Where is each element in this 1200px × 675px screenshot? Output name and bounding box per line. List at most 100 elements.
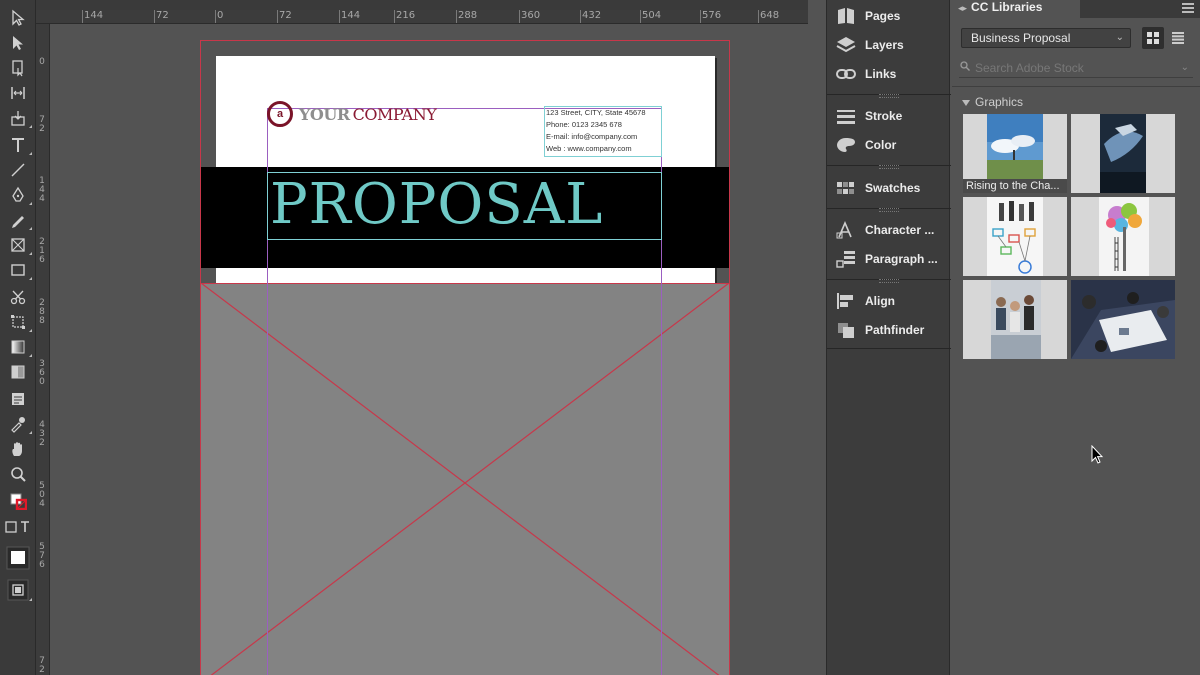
grid-view-icon (1147, 32, 1159, 44)
grid-view-button[interactable] (1142, 27, 1164, 49)
library-item-tree-ladder[interactable] (1071, 197, 1175, 276)
pathfinder-icon (835, 321, 857, 339)
ruler-tick: 144 (84, 10, 104, 21)
character-icon (835, 221, 857, 239)
ruler-tick: 0 (217, 10, 224, 21)
indesign-window: 144 72 0 72 144 216 288 360 432 504 576 … (0, 0, 1200, 675)
ruler-tick: 2 1 6 (39, 237, 45, 265)
fill-stroke-swatch-icon[interactable] (4, 490, 32, 512)
ruler-tick: 5 7 6 (39, 542, 45, 570)
free-transform-tool-icon[interactable] (4, 311, 32, 333)
pencil-tool-icon[interactable] (4, 209, 32, 231)
color-icon (835, 136, 857, 154)
logo-mark-icon: a (267, 101, 293, 127)
library-item-flowchart-people[interactable] (963, 197, 1067, 276)
contact-email: E-mail: info@company.com (546, 132, 638, 141)
panel-menu-icon[interactable] (1182, 3, 1194, 13)
note-tool-icon[interactable] (4, 388, 32, 410)
panel-color[interactable]: Color (835, 132, 896, 158)
ruler-tick: 5 0 4 (39, 481, 45, 509)
panel-pathfinder[interactable]: Pathfinder (835, 317, 924, 343)
zoom-tool-icon[interactable] (4, 463, 32, 485)
rectangle-tool-icon[interactable] (4, 259, 32, 281)
ruler-tick: 360 (521, 10, 541, 21)
cc-libraries-panel: ◂▸ CC Libraries Business Proposal ⌄ Searc… (952, 0, 1200, 675)
panel-align[interactable]: Align (835, 288, 895, 314)
horizontal-ruler[interactable]: 144 72 0 72 144 216 288 360 432 504 576 … (36, 10, 808, 24)
panel-dock: Pages Layers Links Stroke Color Swatches (826, 0, 951, 675)
ruler-tick: 288 (458, 10, 478, 21)
graphics-section-header[interactable]: Graphics (962, 95, 1023, 109)
eyedropper-tool-icon[interactable] (4, 413, 32, 435)
line-tool-icon[interactable] (4, 159, 32, 181)
contact-text-frame[interactable]: 123 Street, CITY, State 45678 Phone: 012… (544, 106, 662, 157)
screen-mode-normal-icon[interactable] (4, 545, 32, 571)
document-canvas[interactable]: a YOUR COMPANY 123 Street, CITY, State 4… (51, 25, 808, 675)
library-item-office-table[interactable] (1071, 280, 1175, 359)
panel-character[interactable]: Character ... (835, 217, 934, 243)
stroke-icon (835, 107, 857, 125)
vertical-ruler[interactable]: 0 7 2 1 4 4 2 1 6 2 8 8 3 6 0 4 3 2 5 0 … (36, 24, 50, 675)
hand-tool-icon[interactable] (4, 438, 32, 460)
ruler-tick: 72 (156, 10, 169, 21)
ruler-tick: 432 (582, 10, 602, 21)
ruler-tick: 648 (760, 10, 780, 21)
search-options-chevron-icon[interactable]: ⌄ (1181, 58, 1189, 78)
ruler-tick: 504 (642, 10, 662, 21)
pen-tool-icon[interactable] (4, 184, 32, 206)
library-item-team-meeting[interactable] (963, 280, 1067, 359)
chevron-down-icon: ⌄ (1115, 32, 1124, 43)
links-icon (835, 65, 857, 83)
align-icon (835, 292, 857, 310)
formatting-affects-container-icon[interactable] (4, 520, 32, 534)
library-item-rising[interactable]: Rising to the Cha... (963, 114, 1067, 193)
rectangle-frame-tool-icon[interactable] (4, 234, 32, 256)
handshake-image (1071, 114, 1175, 193)
tab-cc-libraries[interactable]: ◂▸ CC Libraries (952, 0, 1080, 18)
ruler-tick: 3 6 0 (39, 359, 45, 387)
panel-links[interactable]: Links (835, 61, 896, 87)
panel-pages[interactable]: Pages (835, 3, 900, 29)
document-tab-strip (36, 0, 808, 10)
contact-phone: Phone: 0123 2345 678 (546, 120, 622, 129)
team-meeting-image (963, 280, 1067, 359)
logo-company-text: COMPANY (352, 104, 437, 124)
swatches-icon (835, 179, 857, 197)
gradient-feather-tool-icon[interactable] (4, 361, 32, 383)
panel-swatches[interactable]: Swatches (835, 175, 920, 201)
office-table-image (1071, 280, 1175, 359)
list-view-icon (1172, 32, 1184, 44)
panel-layers[interactable]: Layers (835, 32, 904, 58)
proposal-headline-frame[interactable]: PROPOSAL (267, 172, 662, 240)
ruler-tick: 7 2 (39, 115, 45, 134)
page-tool-icon[interactable] (4, 57, 32, 79)
logo-your-text: YOUR (299, 104, 350, 124)
ruler-tick: 4 3 2 (39, 420, 45, 448)
library-select[interactable]: Business Proposal ⌄ (961, 28, 1131, 48)
adobe-stock-search[interactable]: Search Adobe Stock ⌄ (959, 58, 1193, 78)
list-view-button[interactable] (1167, 27, 1189, 49)
library-item-caption: Rising to the Cha... (963, 179, 1067, 193)
ruler-tick: 72 (279, 10, 292, 21)
company-logo[interactable]: a YOUR COMPANY (267, 101, 437, 127)
panel-paragraph[interactable]: Paragraph ... (835, 246, 938, 272)
gap-tool-icon[interactable] (4, 82, 32, 104)
ruler-tick: 7 2 (39, 656, 45, 675)
content-collector-icon[interactable] (4, 107, 32, 129)
type-tool-icon[interactable] (4, 134, 32, 156)
contact-address: 123 Street, CITY, State 45678 (546, 108, 646, 117)
scissors-tool-icon[interactable] (4, 286, 32, 308)
search-placeholder: Search Adobe Stock (975, 61, 1084, 75)
view-mode-icon[interactable] (4, 578, 32, 602)
contact-web: Web : www.company.com (546, 144, 632, 153)
ruler-tick: 144 (341, 10, 361, 21)
direct-selection-tool-icon[interactable] (4, 32, 32, 54)
collapse-chevron-icon[interactable]: ◂▸ (958, 3, 967, 13)
flowchart-people-image (963, 197, 1067, 276)
panel-stroke[interactable]: Stroke (835, 103, 902, 129)
gradient-swatch-tool-icon[interactable] (4, 336, 32, 358)
selection-tool-icon[interactable] (4, 7, 32, 29)
ruler-tick: 576 (702, 10, 722, 21)
paragraph-icon (835, 250, 857, 268)
library-item-handshake[interactable] (1071, 114, 1175, 193)
